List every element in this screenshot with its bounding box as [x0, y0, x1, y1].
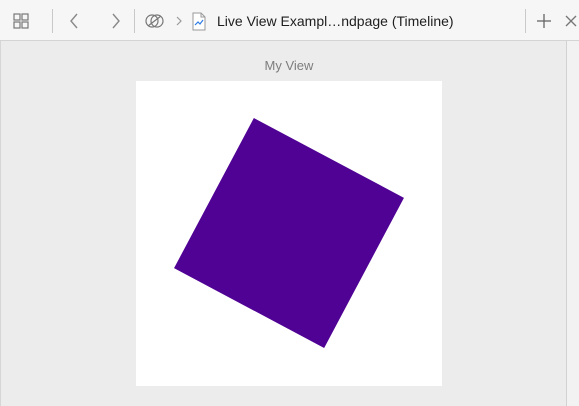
live-view-title: My View [264, 58, 314, 73]
related-items-icon[interactable] [143, 10, 167, 32]
chevron-left-icon[interactable] [64, 10, 84, 32]
plus-icon[interactable] [534, 10, 554, 32]
playground-file-icon[interactable] [189, 10, 209, 32]
grid-view-icon[interactable] [10, 10, 32, 32]
toolbar-divider [525, 9, 526, 33]
breadcrumb-file-title[interactable]: Live View Exampl…ndpage (Timeline) [217, 11, 454, 31]
toolbar-divider [52, 9, 53, 33]
breadcrumb-chevron-icon [174, 10, 184, 32]
chevron-right-icon[interactable] [106, 10, 126, 32]
toolbar-divider [134, 9, 135, 33]
right-gutter [566, 41, 579, 406]
close-icon[interactable] [563, 10, 579, 32]
assistant-editor-toolbar: Live View Exampl…ndpage (Timeline) [0, 0, 579, 41]
